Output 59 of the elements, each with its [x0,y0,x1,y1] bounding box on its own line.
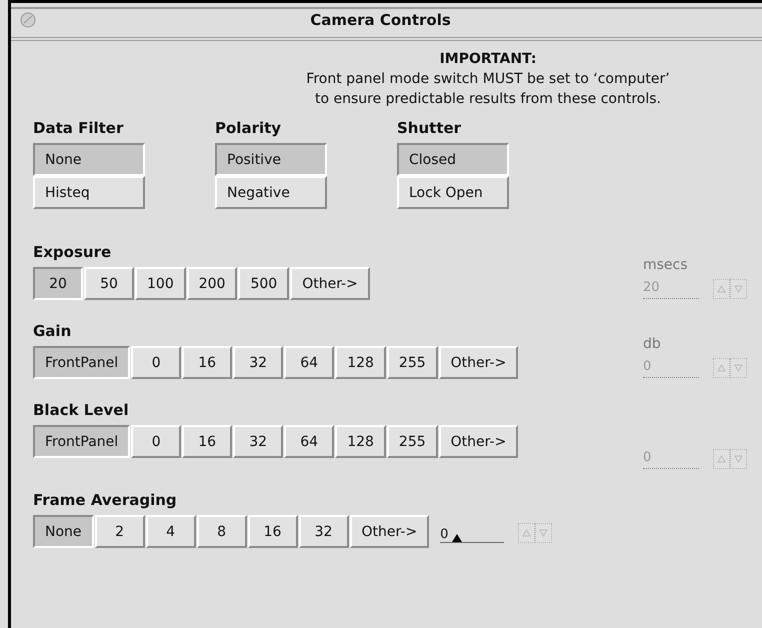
section-label: Frame Averaging [33,491,178,509]
option-button[interactable]: 4 [146,515,196,548]
slider-field[interactable]: 0 [440,520,504,542]
option-button[interactable]: 32 [233,425,284,458]
option-button[interactable]: Closed [397,143,509,176]
window-menu-icon[interactable] [19,11,37,29]
option-button[interactable]: 64 [284,346,334,379]
up-arrow-icon [522,528,532,536]
unit-label: msecs [643,257,688,273]
section-label: Exposure [33,243,112,261]
option-button[interactable]: 255 [386,346,438,379]
up-arrow-icon [717,364,726,372]
slider-thumb[interactable] [452,534,462,542]
option-button[interactable]: Positive [215,143,327,176]
option-button[interactable]: Other-> [350,515,430,548]
option-button[interactable]: 500 [238,267,290,300]
window-title: Camera Controls [309,11,452,29]
option-button[interactable]: 255 [386,425,438,458]
option-button[interactable]: None [33,515,94,548]
option-button[interactable]: FrontPanel [33,425,130,458]
option-button[interactable]: 8 [196,515,247,548]
group-label: Data Filter [33,119,124,137]
option-button[interactable]: 32 [233,346,284,379]
down-arrow-icon [734,455,743,463]
unit-label: db [643,336,661,352]
section-label: Black Level [33,401,130,419]
option-button[interactable]: Histeq [33,176,145,209]
option-button[interactable]: 16 [182,346,232,379]
option-button[interactable]: Other-> [290,267,370,300]
option-button[interactable]: FrontPanel [33,346,130,379]
down-arrow-icon [539,528,548,536]
option-button[interactable]: Other-> [438,346,518,379]
up-arrow-icon [717,285,726,293]
option-button[interactable]: 0 [131,425,182,458]
option-button[interactable]: 100 [135,267,186,300]
option-button[interactable]: 2 [94,515,145,548]
option-button[interactable]: Lock Open [397,176,509,209]
option-button[interactable]: Negative [215,176,327,209]
option-button[interactable]: Other-> [438,425,518,458]
option-button[interactable]: 20 [33,267,83,300]
option-button[interactable]: 64 [284,425,334,458]
option-button[interactable]: 16 [248,515,298,548]
notice-text: Front panel mode switch MUST be set to ‘computer’ [306,70,670,89]
down-arrow-icon [734,285,743,293]
option-button[interactable]: 16 [182,425,232,458]
option-button[interactable]: 128 [335,425,386,458]
option-button[interactable]: 200 [186,267,238,300]
group-label: Shutter [397,119,462,137]
notice-text: to ensure predictable results from these controls. [315,90,661,109]
notice-heading: IMPORTANT: [440,50,536,69]
section-label: Gain [33,322,72,340]
down-arrow-icon [734,364,743,372]
option-button[interactable]: 32 [298,515,349,548]
group-label: Polarity [215,119,282,137]
up-arrow-icon [717,455,726,463]
option-button[interactable]: None [33,143,145,176]
option-button[interactable]: 128 [335,346,386,379]
option-button[interactable]: 50 [84,267,134,300]
option-button[interactable]: 0 [131,346,182,379]
